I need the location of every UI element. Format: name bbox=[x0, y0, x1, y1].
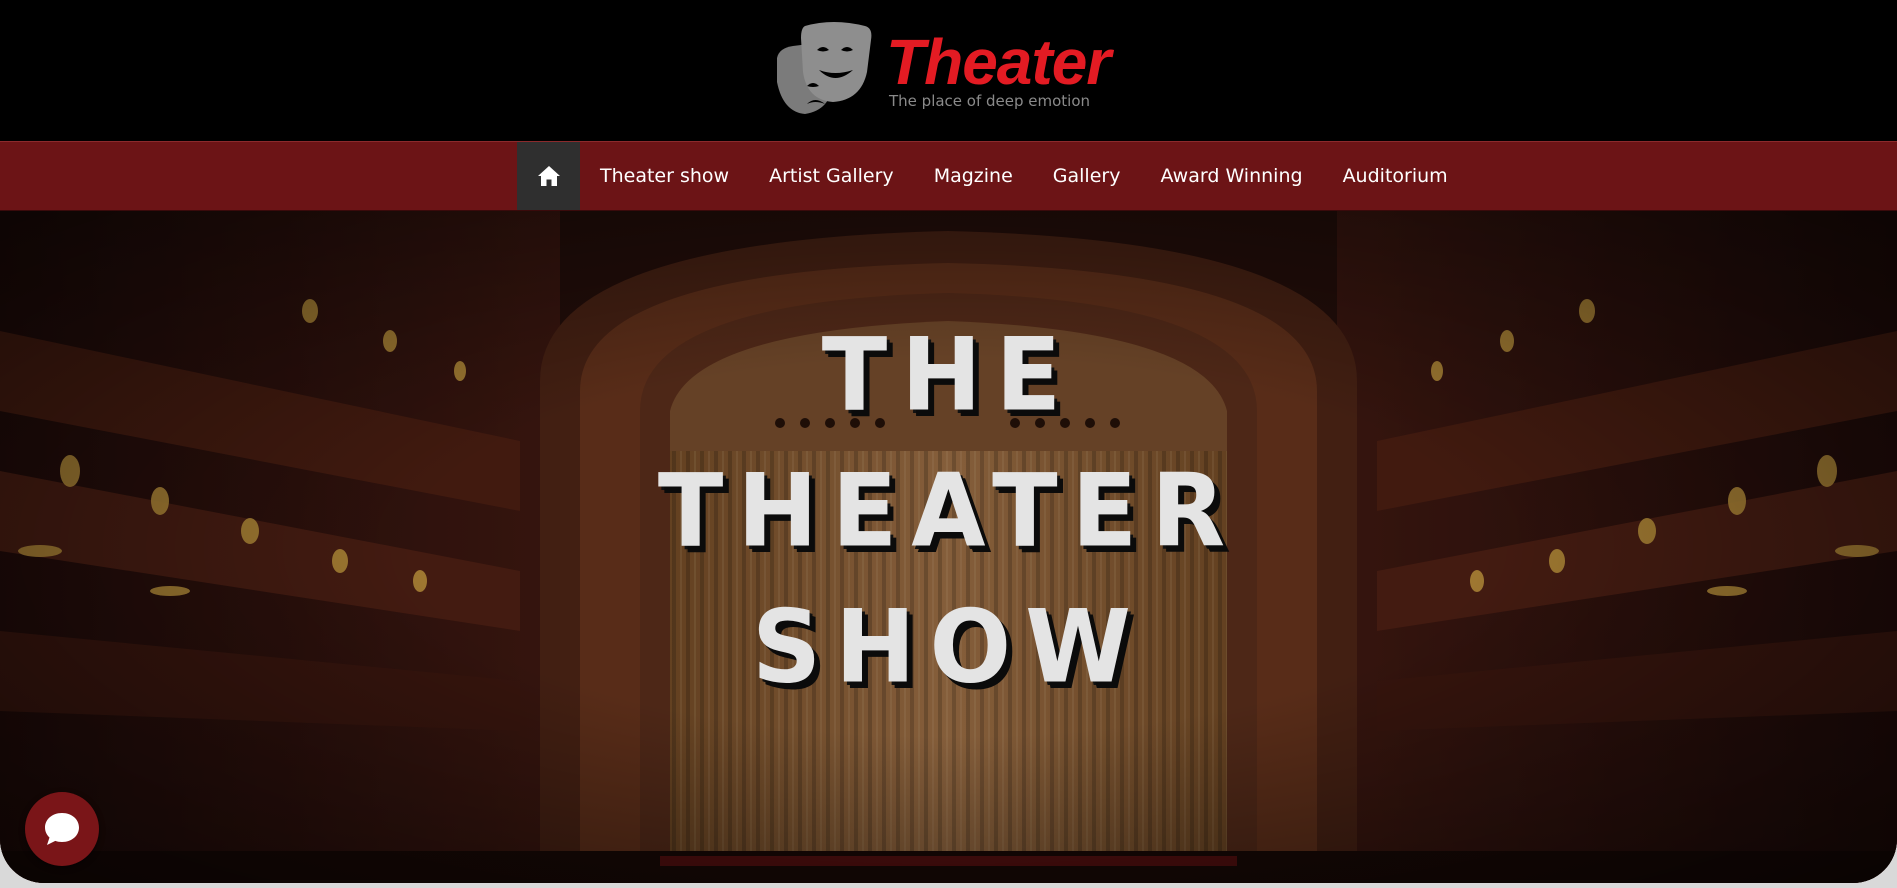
nav-item-artist-gallery[interactable]: Artist Gallery bbox=[749, 142, 914, 210]
chat-button[interactable] bbox=[25, 792, 99, 866]
theater-masks-icon bbox=[777, 22, 872, 114]
hero-line-1: THE bbox=[821, 316, 1076, 434]
site-header: Theater The place of deep emotion bbox=[0, 0, 1897, 141]
brand-tagline: The place of deep emotion bbox=[889, 92, 1091, 110]
nav-item-magzine[interactable]: Magzine bbox=[914, 142, 1033, 210]
site-logo[interactable]: Theater The place of deep emotion bbox=[773, 20, 1133, 120]
nav-home-button[interactable] bbox=[517, 142, 580, 210]
nav-item-gallery[interactable]: Gallery bbox=[1033, 142, 1141, 210]
brand-title: Theater bbox=[886, 26, 1111, 98]
hero-banner: THE THEATER SHOW bbox=[0, 211, 1897, 883]
chat-bubble-icon bbox=[45, 813, 79, 845]
nav-item-auditorium[interactable]: Auditorium bbox=[1323, 142, 1468, 210]
nav-item-award-winning[interactable]: Award Winning bbox=[1140, 142, 1322, 210]
home-icon bbox=[537, 166, 560, 186]
nav-item-theater-show[interactable]: Theater show bbox=[580, 142, 749, 210]
hero-line-3: SHOW bbox=[752, 588, 1145, 706]
main-navigation: Theater show Artist Gallery Magzine Gall… bbox=[0, 141, 1897, 211]
hero-line-2: THEATER bbox=[657, 452, 1240, 570]
